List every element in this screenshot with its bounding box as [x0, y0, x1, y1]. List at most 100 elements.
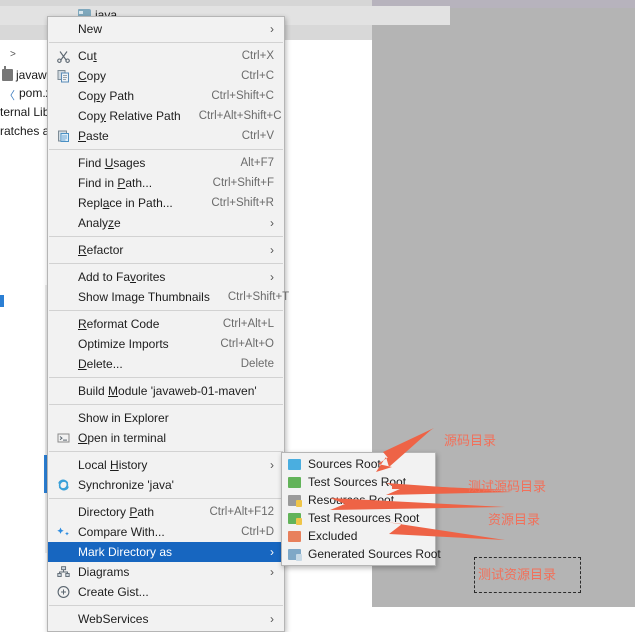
menu-item-label: Copy Relative Path: [78, 109, 181, 123]
chevron-right-icon: ›: [270, 612, 274, 626]
menu-item-diagrams[interactable]: Diagrams ›: [48, 562, 284, 582]
menu-separator: [49, 263, 283, 264]
menu-item-label: Refactor: [78, 243, 124, 257]
menu-separator: [49, 149, 283, 150]
menu-item-local-history[interactable]: Local History ›: [48, 455, 284, 475]
menu-item-label: New: [78, 22, 103, 36]
tree-item-external-libraries[interactable]: ternal Lib: [0, 103, 49, 122]
menu-item-label: Analyze: [78, 216, 121, 230]
menu-item-open-in-terminal[interactable]: Open in terminal: [48, 428, 284, 448]
chevron-right-icon[interactable]: >: [10, 45, 16, 64]
submenu-item-generated-sources-root[interactable]: Generated Sources Root: [282, 545, 441, 563]
refresh-icon: [56, 478, 71, 493]
submenu-item-label: Test Sources Root: [308, 475, 407, 489]
submenu-item-label: Generated Sources Root: [308, 547, 441, 561]
module-icon: [2, 66, 13, 81]
menu-item-analyze[interactable]: Analyze ›: [48, 213, 284, 233]
menu-item-show-image-thumbnails[interactable]: Show Image Thumbnails Ctrl+Shift+T: [48, 287, 289, 307]
menu-item-accelerator: Ctrl+Shift+F: [212, 177, 274, 189]
menu-separator: [49, 498, 283, 499]
menu-item-add-to-favorites[interactable]: Add to Favorites ›: [48, 267, 284, 287]
menu-item-reformat-code[interactable]: Reformat Code Ctrl+Alt+L: [48, 314, 284, 334]
menu-item-webservices[interactable]: WebServices ›: [48, 609, 284, 629]
menu-item-accelerator: Ctrl+Alt+L: [222, 318, 274, 330]
chevron-right-icon: ›: [270, 565, 274, 579]
tree-item-scratches[interactable]: ratches a: [0, 122, 49, 141]
menu-separator: [49, 605, 283, 606]
gutter-marker: [0, 295, 4, 307]
menu-item-accelerator: Ctrl+C: [241, 70, 274, 82]
submenu-item-sources-root[interactable]: Sources Root: [282, 455, 435, 473]
menu-item-refactor[interactable]: Refactor ›: [48, 240, 284, 260]
menu-item-accelerator: Ctrl+Alt+O: [220, 338, 274, 350]
menu-item-copy[interactable]: Copy Ctrl+C: [48, 66, 284, 86]
menu-item-label: Cut: [78, 49, 97, 63]
menu-item-copy-path[interactable]: Copy Path Ctrl+Shift+C: [48, 86, 284, 106]
menu-item-find-in-path[interactable]: Find in Path... Ctrl+Shift+F: [48, 173, 284, 193]
menu-item-synchronize[interactable]: Synchronize 'java': [48, 475, 284, 495]
menu-item-paste[interactable]: Paste Ctrl+V: [48, 126, 284, 146]
annotation-source-dir: 源码目录: [444, 434, 497, 449]
menu-item-replace-in-path[interactable]: Replace in Path... Ctrl+Shift+R: [48, 193, 284, 213]
context-menu[interactable]: New › Cut Ctrl+X Copy Ctrl+C Copy Path C…: [47, 16, 289, 632]
submenu-item-label: Sources Root: [308, 457, 381, 471]
gist-icon: [56, 585, 71, 600]
menu-item-build-module[interactable]: Build Module 'javaweb-01-maven': [48, 381, 284, 401]
resources-root-folder-icon: [288, 495, 302, 507]
annotation-test-resource-dir: 测试资源目录: [478, 568, 557, 583]
resource-badge-icon: [296, 518, 302, 525]
menu-item-show-in-explorer[interactable]: Show in Explorer: [48, 408, 284, 428]
menu-item-compare-with[interactable]: Compare With... Ctrl+D: [48, 522, 284, 542]
menu-item-label: Open in terminal: [78, 431, 167, 445]
menu-item-copy-relative-path[interactable]: Copy Relative Path Ctrl+Alt+Shift+C: [48, 106, 284, 126]
terminal-icon: [56, 431, 71, 446]
diagram-icon: [56, 565, 71, 580]
menu-item-mark-directory-as[interactable]: Mark Directory as ›: [48, 542, 284, 562]
tree-item-label: ternal Lib: [0, 105, 50, 119]
resource-badge-icon: [296, 500, 302, 507]
chevron-right-icon: ›: [270, 22, 274, 36]
menu-item-label: Add to Favorites: [78, 270, 166, 284]
submenu-item-test-sources-root[interactable]: Test Sources Root: [282, 473, 435, 491]
menu-item-directory-path[interactable]: Directory Path Ctrl+Alt+F12: [48, 502, 284, 522]
menu-item-create-gist[interactable]: Create Gist...: [48, 582, 284, 602]
submenu-item-excluded[interactable]: Excluded: [282, 527, 435, 545]
menu-separator: [49, 377, 283, 378]
menu-item-accelerator: Ctrl+Alt+Shift+C: [198, 110, 282, 122]
chevron-right-icon: ›: [270, 545, 274, 559]
menu-item-cut[interactable]: Cut Ctrl+X: [48, 46, 284, 66]
menu-item-label: Copy: [78, 69, 107, 83]
copy-icon: [56, 69, 71, 84]
submenu-item-label: Test Resources Root: [308, 511, 420, 525]
excluded-folder-icon: [288, 531, 301, 542]
menu-item-label: Show in Explorer: [78, 411, 169, 425]
test-resources-root-folder-icon: [288, 513, 302, 525]
menu-separator: [49, 42, 283, 43]
menu-item-accelerator: Ctrl+Shift+C: [211, 90, 274, 102]
menu-item-label: Optimize Imports: [78, 337, 169, 351]
menu-item-delete[interactable]: Delete... Delete: [48, 354, 284, 374]
menu-item-label: Replace in Path...: [78, 196, 173, 210]
menu-item-find-usages[interactable]: Find Usages Alt+F7: [48, 153, 284, 173]
sources-root-folder-icon: [288, 459, 301, 470]
menu-item-accelerator: Delete: [240, 358, 274, 370]
menu-item-label: WebServices: [78, 612, 149, 626]
menu-item-label: Find in Path...: [78, 176, 153, 190]
chevron-right-icon: ›: [270, 216, 274, 230]
submenu-item-test-resources-root[interactable]: Test Resources Root: [282, 509, 435, 527]
menu-item-optimize-imports[interactable]: Optimize Imports Ctrl+Alt+O: [48, 334, 284, 354]
menu-item-label: Diagrams: [78, 565, 130, 579]
xml-file-icon: 〈: [4, 90, 15, 102]
menu-item-label: Find Usages: [78, 156, 146, 170]
submenu-item-resources-root[interactable]: Resources Root: [282, 491, 435, 509]
menu-item-accelerator: Ctrl+D: [241, 526, 274, 538]
menu-item-accelerator: Ctrl+X: [241, 50, 274, 62]
cut-icon: [56, 49, 71, 64]
menu-item-accelerator: Ctrl+Shift+T: [227, 291, 290, 303]
menu-item-accelerator: Ctrl+Shift+R: [211, 197, 274, 209]
submenu-item-label: Resources Root: [308, 493, 395, 507]
submenu-item-label: Excluded: [308, 529, 358, 543]
chevron-right-icon: ›: [270, 458, 274, 472]
menu-item-new[interactable]: New ›: [48, 19, 284, 39]
mark-directory-as-submenu[interactable]: Sources Root Test Sources Root Resources…: [281, 452, 441, 566]
